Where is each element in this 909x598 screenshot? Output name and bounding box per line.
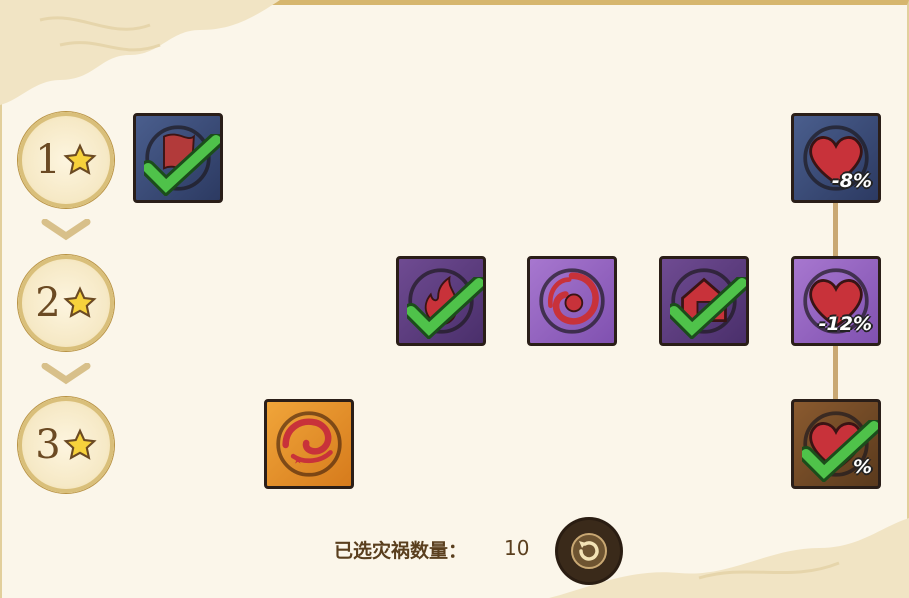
- selected-count-value: 10: [504, 536, 530, 560]
- chevron-down-icon: [41, 219, 91, 241]
- tier-3-badge: 3: [18, 397, 114, 493]
- calamity-tile-flag[interactable]: [133, 113, 223, 203]
- tier-connector: [833, 203, 838, 259]
- star-icon: [63, 286, 97, 318]
- calamity-tile-heart-8[interactable]: -8%: [791, 113, 881, 203]
- swirl-icon: [276, 411, 342, 477]
- debuff-percent: -12%: [818, 313, 872, 335]
- chevron-down-icon: [41, 363, 91, 385]
- calamity-tile-heart-3[interactable]: %: [791, 399, 881, 489]
- star-icon: [63, 143, 97, 175]
- calamity-tile-house[interactable]: [659, 256, 749, 346]
- selected-count-label: 已选灾祸数量：: [334, 540, 468, 562]
- check-icon: [407, 277, 483, 339]
- cloud-decoration: [0, 0, 280, 105]
- calamity-tile-fire[interactable]: [396, 256, 486, 346]
- calamity-tile-swirl[interactable]: [264, 399, 354, 489]
- tier-number: 1: [35, 137, 61, 183]
- check-icon: [802, 420, 878, 482]
- tier-connector: [833, 346, 838, 402]
- debuff-percent: -8%: [831, 170, 872, 192]
- calamity-tile-spiral[interactable]: [527, 256, 617, 346]
- star-icon: [63, 428, 97, 460]
- tier-number: 3: [35, 422, 61, 468]
- check-icon: [144, 134, 220, 196]
- calamity-tile-heart-12[interactable]: -12%: [791, 256, 881, 346]
- tier-number: 2: [35, 280, 61, 326]
- check-icon: [670, 277, 746, 339]
- tier-1-badge: 1: [18, 112, 114, 208]
- reset-icon: [571, 533, 607, 569]
- reset-button[interactable]: [558, 520, 620, 582]
- tier-2-badge: 2: [18, 255, 114, 351]
- spiral-icon: [539, 268, 605, 334]
